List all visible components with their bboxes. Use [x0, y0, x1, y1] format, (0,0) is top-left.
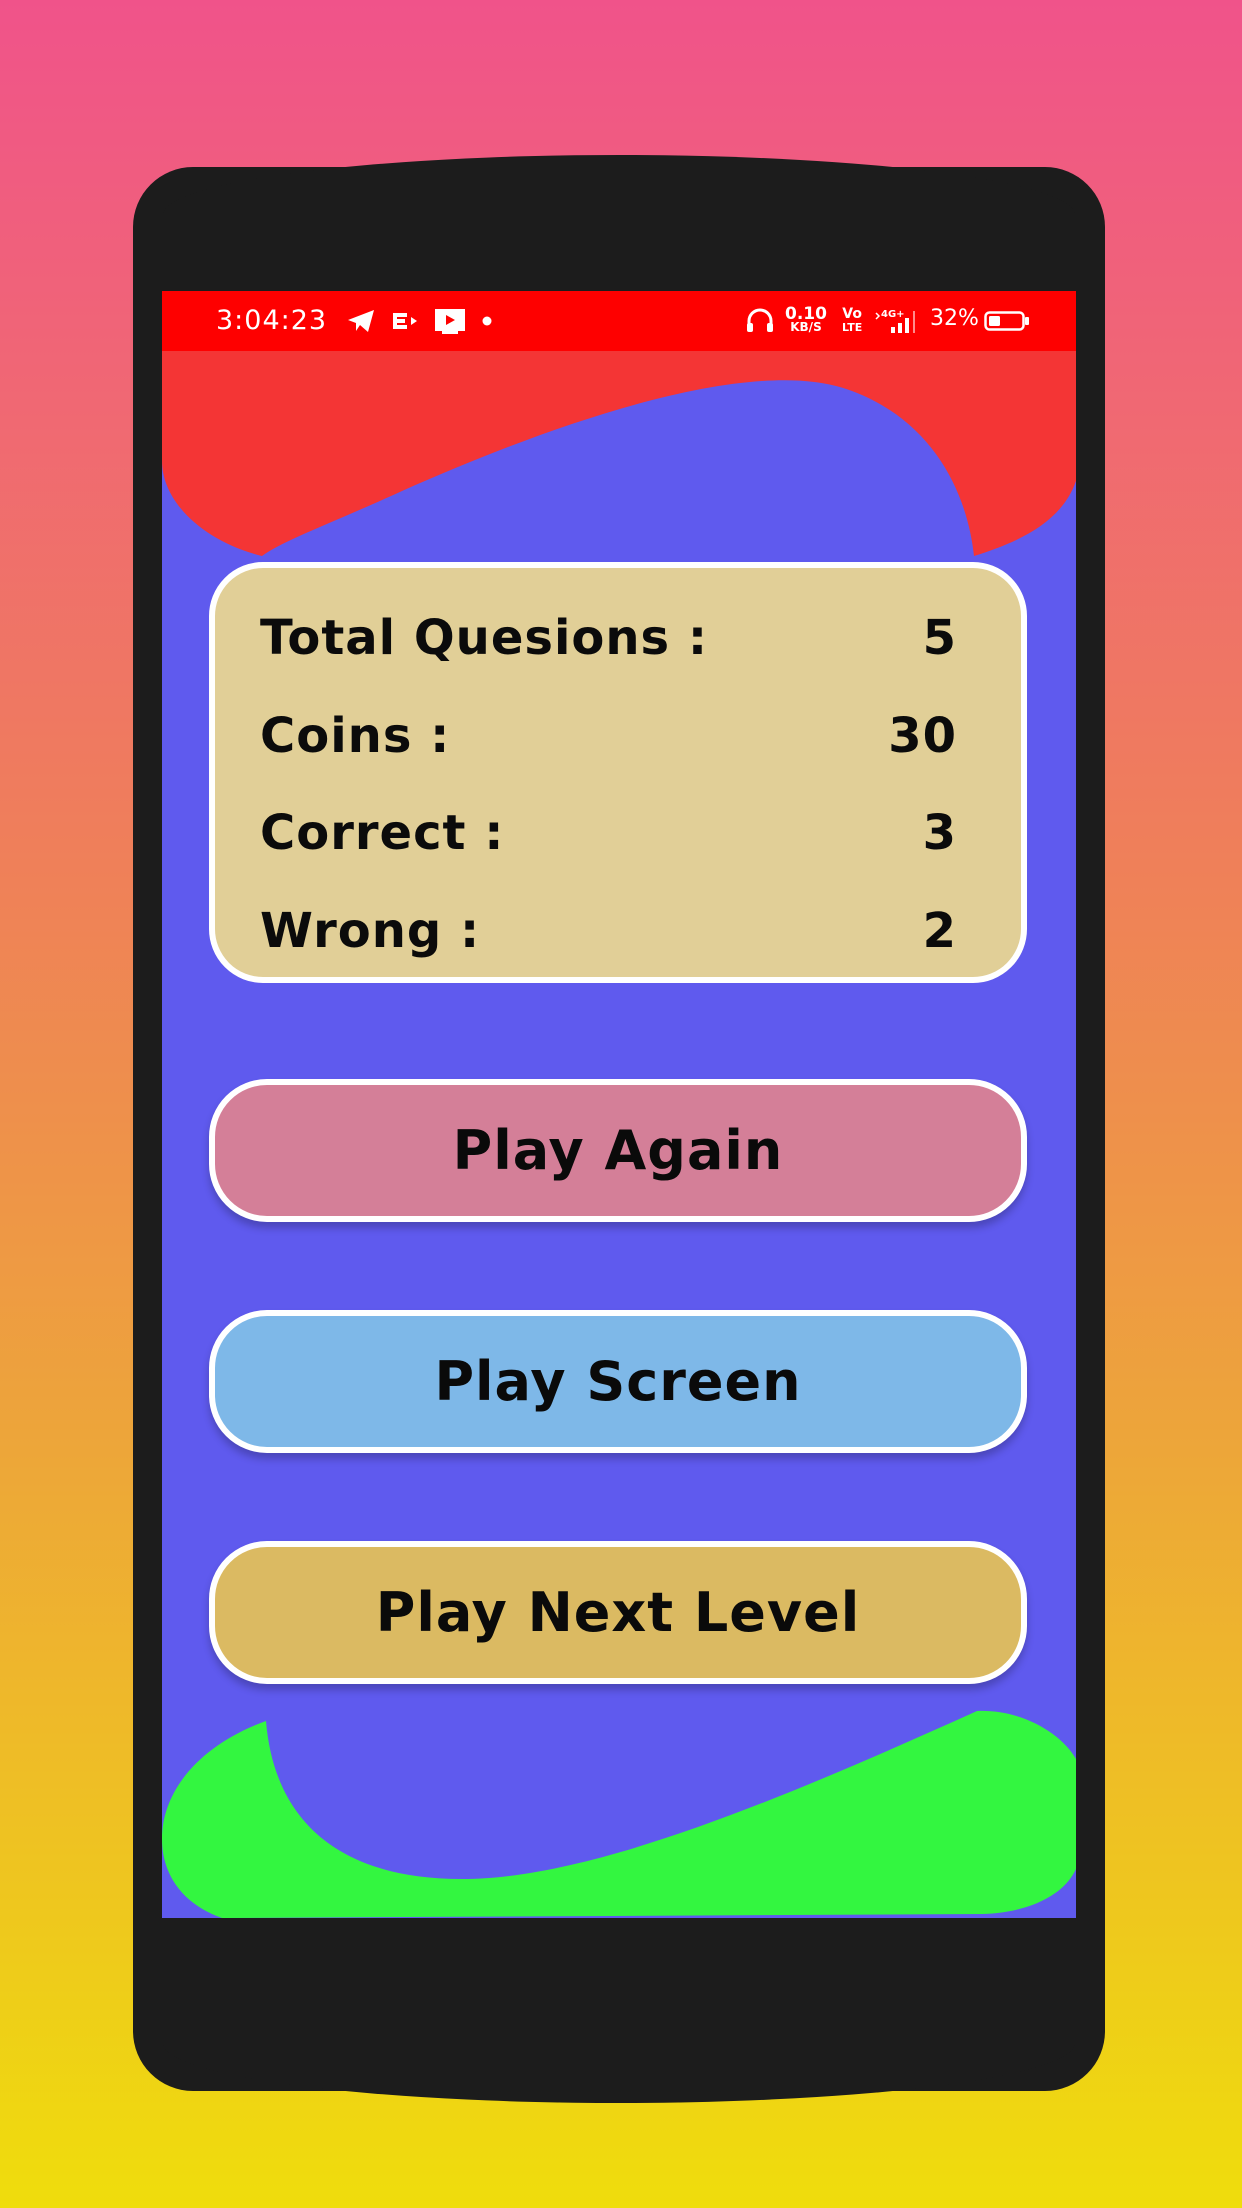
stat-value: 2 [922, 903, 957, 959]
signal-icon: 4G+ [875, 303, 921, 339]
stat-total-questions: Total Quesions : 5 [260, 610, 957, 670]
stat-label: Wrong : [260, 903, 481, 959]
stat-wrong: Wrong : 2 [260, 903, 957, 963]
stat-label: Coins : [260, 708, 451, 764]
play-again-button[interactable]: Play Again [209, 1079, 1027, 1222]
stat-correct: Correct : 3 [260, 805, 957, 865]
play-next-level-button[interactable]: Play Next Level [209, 1541, 1027, 1684]
headphones-icon [745, 303, 775, 339]
telegram-icon [346, 303, 376, 339]
battery-percent: 32% [930, 306, 979, 331]
play-screen-button[interactable]: Play Screen [209, 1310, 1027, 1453]
network-speed: 0.10 KB/S [785, 304, 827, 334]
volte-indicator: Vo LTE [842, 306, 863, 334]
bottom-decorative-wave [162, 1710, 1076, 1918]
battery-icon [984, 303, 1030, 339]
stat-value: 30 [888, 708, 957, 764]
status-bar: 3:04:23 0.10 KB/S Vo LTE 4G+ 32% [162, 291, 1076, 351]
stat-value: 5 [922, 610, 957, 666]
top-decorative-wave [162, 351, 1076, 556]
status-time: 3:04:23 [216, 305, 328, 336]
email-icon [391, 303, 419, 339]
network-type-label: 4G+ [881, 309, 905, 320]
stat-label: Correct : [260, 805, 505, 861]
stat-value: 3 [922, 805, 957, 861]
results-card: Total Quesions : 5 Coins : 30 Correct : … [209, 562, 1027, 983]
stat-coins: Coins : 30 [260, 708, 957, 768]
notification-dot-icon [482, 303, 492, 339]
stat-label: Total Quesions : [260, 610, 709, 666]
app-screen: 3:04:23 0.10 KB/S Vo LTE 4G+ 32% Total Q… [162, 291, 1076, 1918]
screen-cast-icon [434, 303, 466, 339]
